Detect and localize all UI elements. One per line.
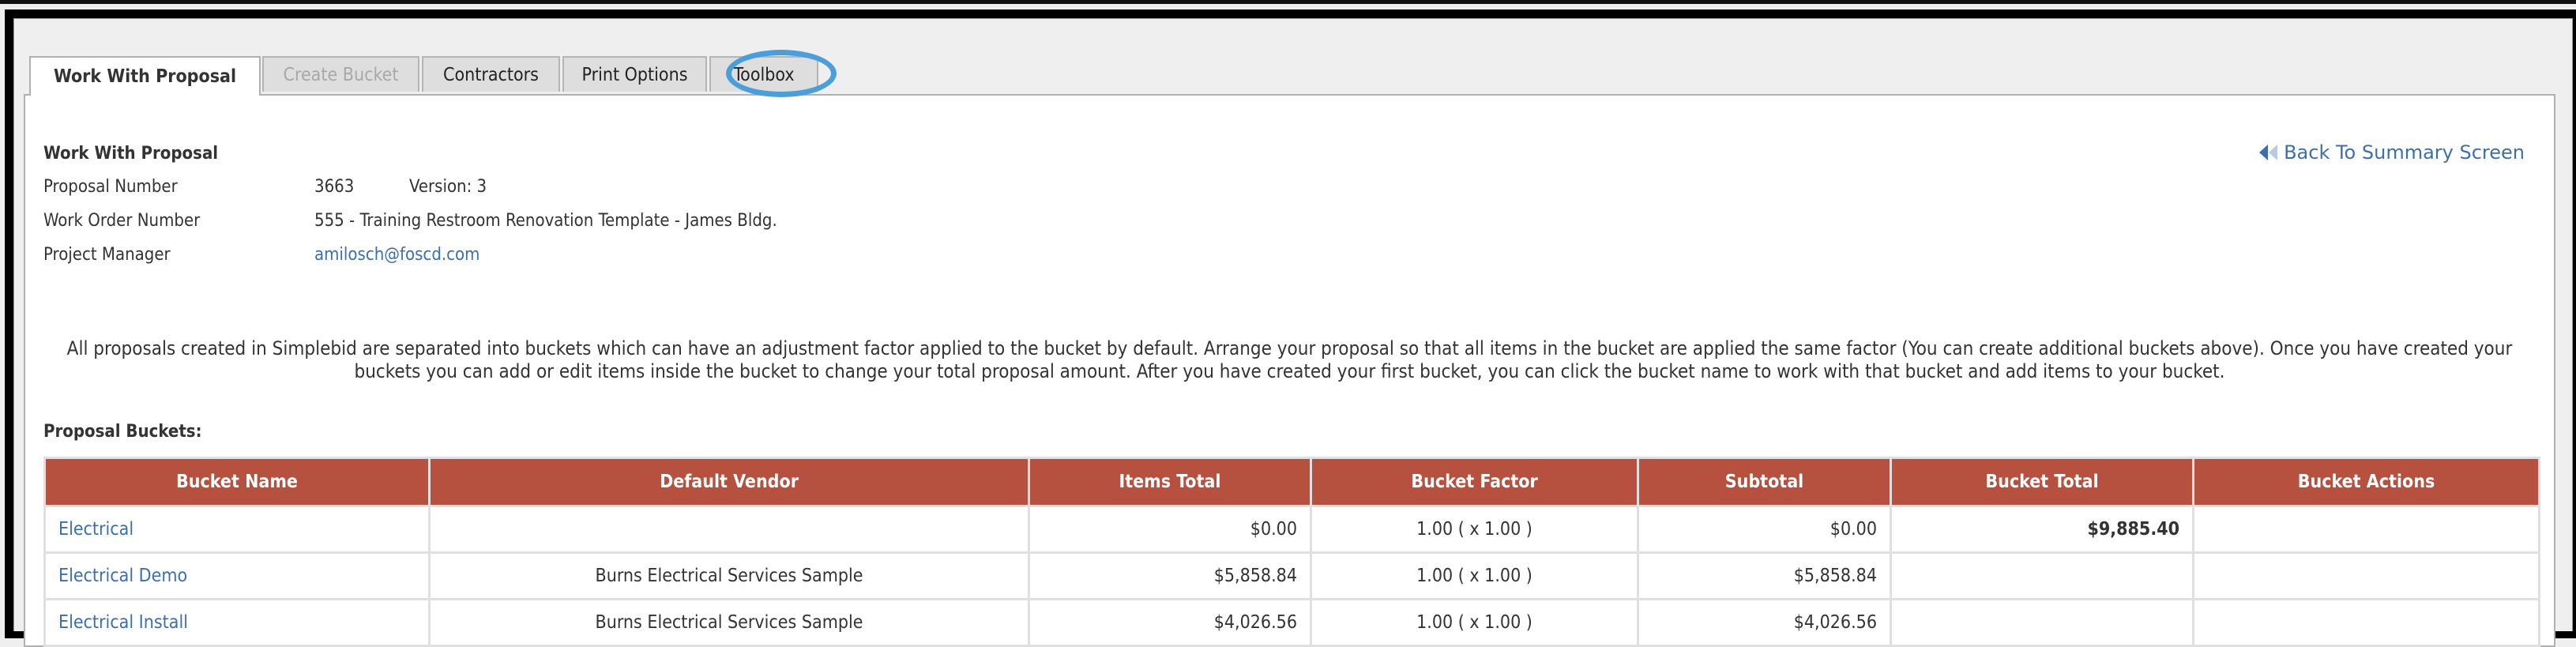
vendor-cell: [428, 505, 1030, 554]
table-row: Electrical Install Burns Electrical Serv…: [43, 598, 2540, 647]
col-header-default-vendor: Default Vendor: [428, 457, 1030, 507]
col-header-subtotal: Subtotal: [1637, 457, 1892, 507]
bucket-actions-cell: [2192, 505, 2540, 554]
bucket-factor-cell: 1.00 ( x 1.00 ): [1310, 598, 1639, 647]
project-manager-label: Project Manager: [43, 245, 171, 265]
proposal-buckets-title: Proposal Buckets:: [43, 422, 202, 442]
rewind-left-icon: [2258, 144, 2279, 161]
items-total-cell: $4,026.56: [1028, 598, 1312, 647]
tab-work-with-proposal[interactable]: Work With Proposal: [29, 56, 261, 96]
subtotal-cell: $5,858.84: [1637, 551, 1892, 600]
bucket-name-link[interactable]: Electrical: [58, 519, 134, 540]
description-text: All proposals created in Simplebid are s…: [66, 337, 2513, 382]
work-order-value: 555 - Training Restroom Renovation Templ…: [314, 211, 777, 231]
items-total-cell: $0.00: [1028, 505, 1312, 554]
content-panel: Work With Proposal Back To Summary Scree…: [24, 94, 2555, 647]
bucket-total-cell: [1890, 598, 2194, 647]
bucket-total-cell: [1890, 551, 2194, 600]
col-header-bucket-actions: Bucket Actions: [2192, 457, 2540, 507]
bucket-name-link[interactable]: Electrical Install: [58, 612, 188, 633]
bucket-actions-cell: [2192, 598, 2540, 647]
bucket-name-cell: Electrical Install: [43, 598, 431, 647]
tab-print-options[interactable]: Print Options: [562, 56, 707, 92]
table-row: Electrical $0.00 1.00 ( x 1.00 ) $0.00 $…: [43, 505, 2540, 554]
vendor-cell: Burns Electrical Services Sample: [428, 551, 1030, 600]
buckets-table: Bucket Name Default Vendor Items Total B…: [43, 457, 2540, 647]
back-link-label: Back To Summary Screen: [2284, 141, 2525, 164]
bucket-name-link[interactable]: Electrical Demo: [58, 566, 187, 586]
items-total-cell: $5,858.84: [1028, 551, 1312, 600]
col-header-bucket-total: Bucket Total: [1890, 457, 2194, 507]
vendor-cell: Burns Electrical Services Sample: [428, 598, 1030, 647]
proposal-number-value: 3663: [314, 177, 355, 197]
proposal-number-label: Proposal Number: [43, 177, 178, 197]
col-header-items-total: Items Total: [1028, 457, 1312, 507]
tab-contractors[interactable]: Contractors: [422, 56, 560, 92]
bucket-name-cell: Electrical Demo: [43, 551, 431, 600]
bucket-factor-cell: 1.00 ( x 1.00 ): [1310, 505, 1639, 554]
page-frame: Work With Proposal Create Bucket Contrac…: [5, 9, 2576, 647]
tab-create-bucket: Create Bucket: [262, 56, 419, 92]
table-row: Electrical Demo Burns Electrical Service…: [43, 551, 2540, 600]
bucket-name-cell: Electrical: [43, 505, 431, 554]
subtotal-cell: $4,026.56: [1637, 598, 1892, 647]
project-manager-email-link[interactable]: amilosch@foscd.com: [314, 244, 479, 266]
back-to-summary-link[interactable]: Back To Summary Screen: [2258, 141, 2525, 164]
version-value: Version: 3: [409, 177, 487, 197]
tab-toolbox[interactable]: Toolbox: [709, 56, 818, 92]
section-title: Work With Proposal: [43, 144, 219, 164]
bucket-total-cell: $9,885.40: [1890, 505, 2194, 554]
subtotal-cell: $0.00: [1637, 505, 1892, 554]
col-header-bucket-factor: Bucket Factor: [1310, 457, 1639, 507]
top-edge: [0, 0, 2576, 4]
bucket-factor-cell: 1.00 ( x 1.00 ): [1310, 551, 1639, 600]
table-header-row: Bucket Name Default Vendor Items Total B…: [43, 457, 2540, 507]
col-header-bucket-name: Bucket Name: [43, 457, 431, 507]
bucket-actions-cell: [2192, 551, 2540, 600]
work-order-label: Work Order Number: [43, 211, 201, 231]
